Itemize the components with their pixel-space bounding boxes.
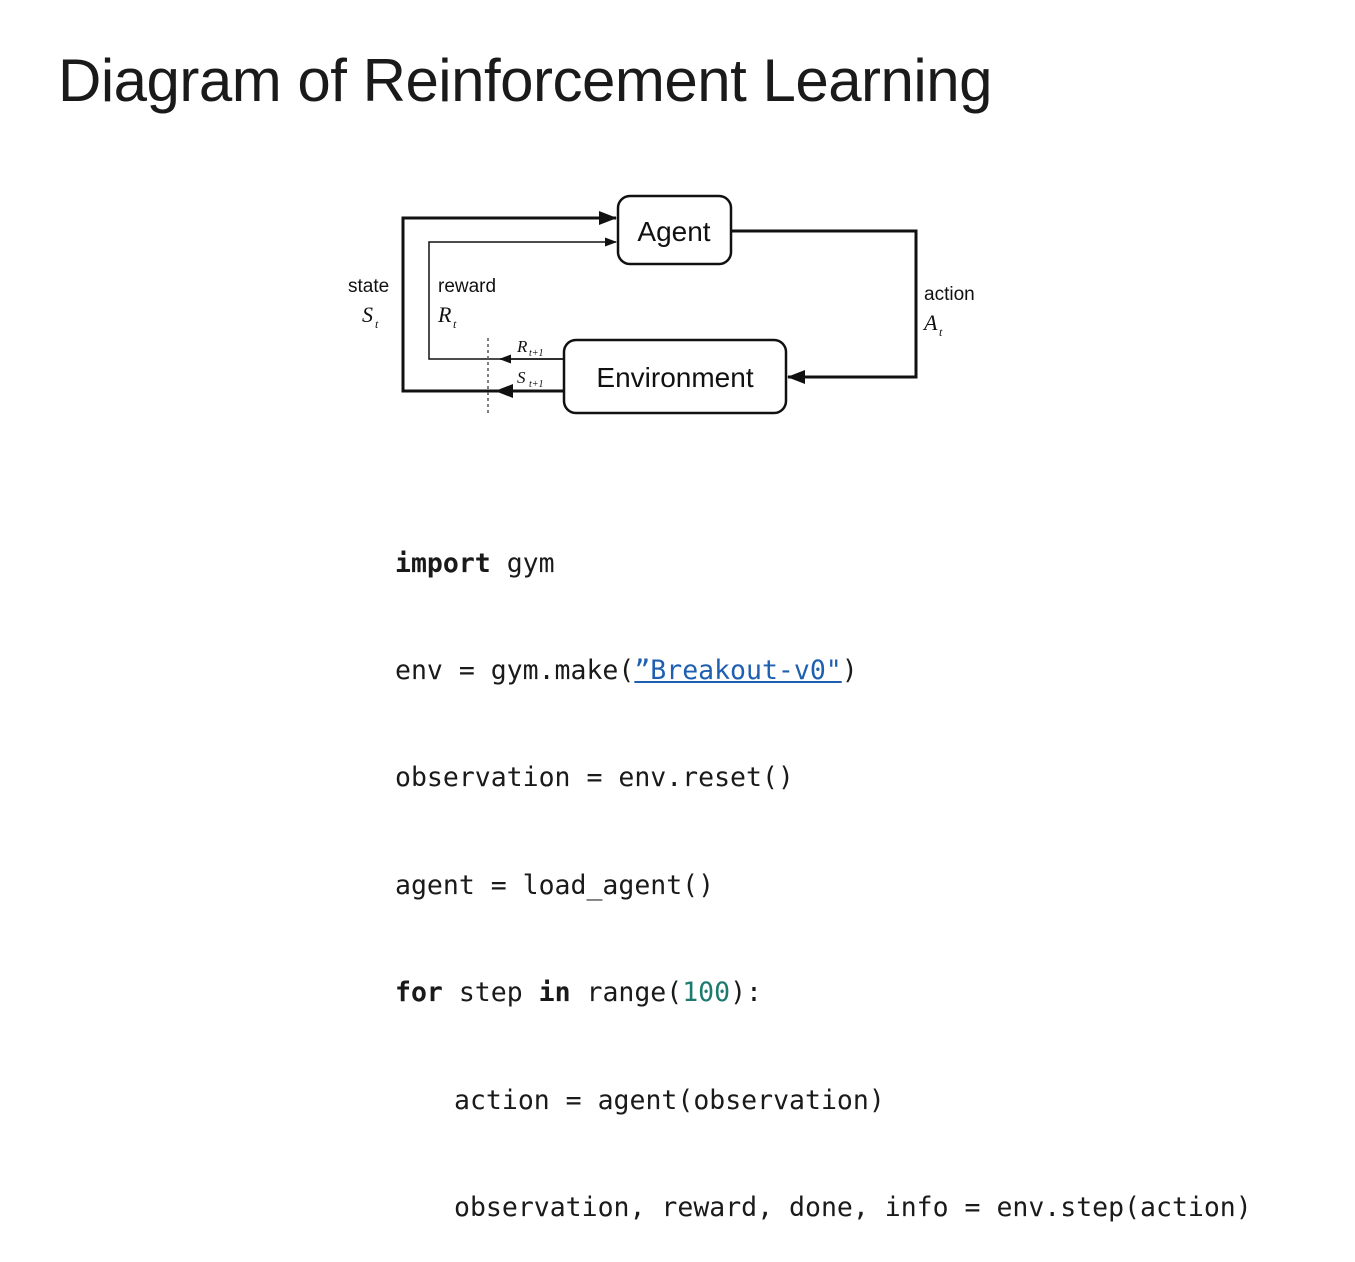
action-symbol: A t xyxy=(922,310,943,339)
environment-box: Environment xyxy=(562,338,788,415)
agent-box: Agent xyxy=(616,194,733,266)
state-label: state xyxy=(348,276,389,297)
svg-text:t: t xyxy=(453,317,457,331)
code-line-4: agent = load_agent() xyxy=(395,869,715,901)
next-state-symbol: S t+1 xyxy=(517,368,544,390)
svg-text:S: S xyxy=(362,302,373,327)
svg-text:t+1: t+1 xyxy=(529,379,544,390)
code-line-6: action = agent(observation) xyxy=(454,1084,885,1116)
svg-text:t: t xyxy=(939,325,943,339)
code-line-7: observation, reward, done, info = env.st… xyxy=(454,1191,1252,1223)
svg-text:R: R xyxy=(516,337,528,356)
code-line-5: for step in range(100): xyxy=(395,977,763,1009)
number-literal: 100 xyxy=(682,977,731,1009)
reward-symbol: R t xyxy=(437,302,457,331)
next-reward-symbol: R t+1 xyxy=(516,337,544,359)
svg-text:A: A xyxy=(922,310,938,335)
code-line-2: env = gym.make(”Breakout-v0") xyxy=(395,654,858,686)
agent-label: Agent xyxy=(637,216,710,247)
svg-text:S: S xyxy=(517,368,526,387)
action-label: action xyxy=(924,284,975,305)
svg-text:t+1: t+1 xyxy=(529,348,544,359)
svg-text:t: t xyxy=(375,317,379,331)
code-block: import gym env = gym.make(”Breakout-v0")… xyxy=(395,474,1252,1262)
string-literal: ”Breakout-v0" xyxy=(634,654,842,686)
code-line-1: import gym xyxy=(395,547,555,579)
reward-label: reward xyxy=(438,276,496,297)
svg-text:R: R xyxy=(437,302,452,327)
code-line-3: observation = env.reset() xyxy=(395,762,794,794)
environment-label: Environment xyxy=(596,362,753,393)
state-symbol: S t xyxy=(362,302,379,331)
